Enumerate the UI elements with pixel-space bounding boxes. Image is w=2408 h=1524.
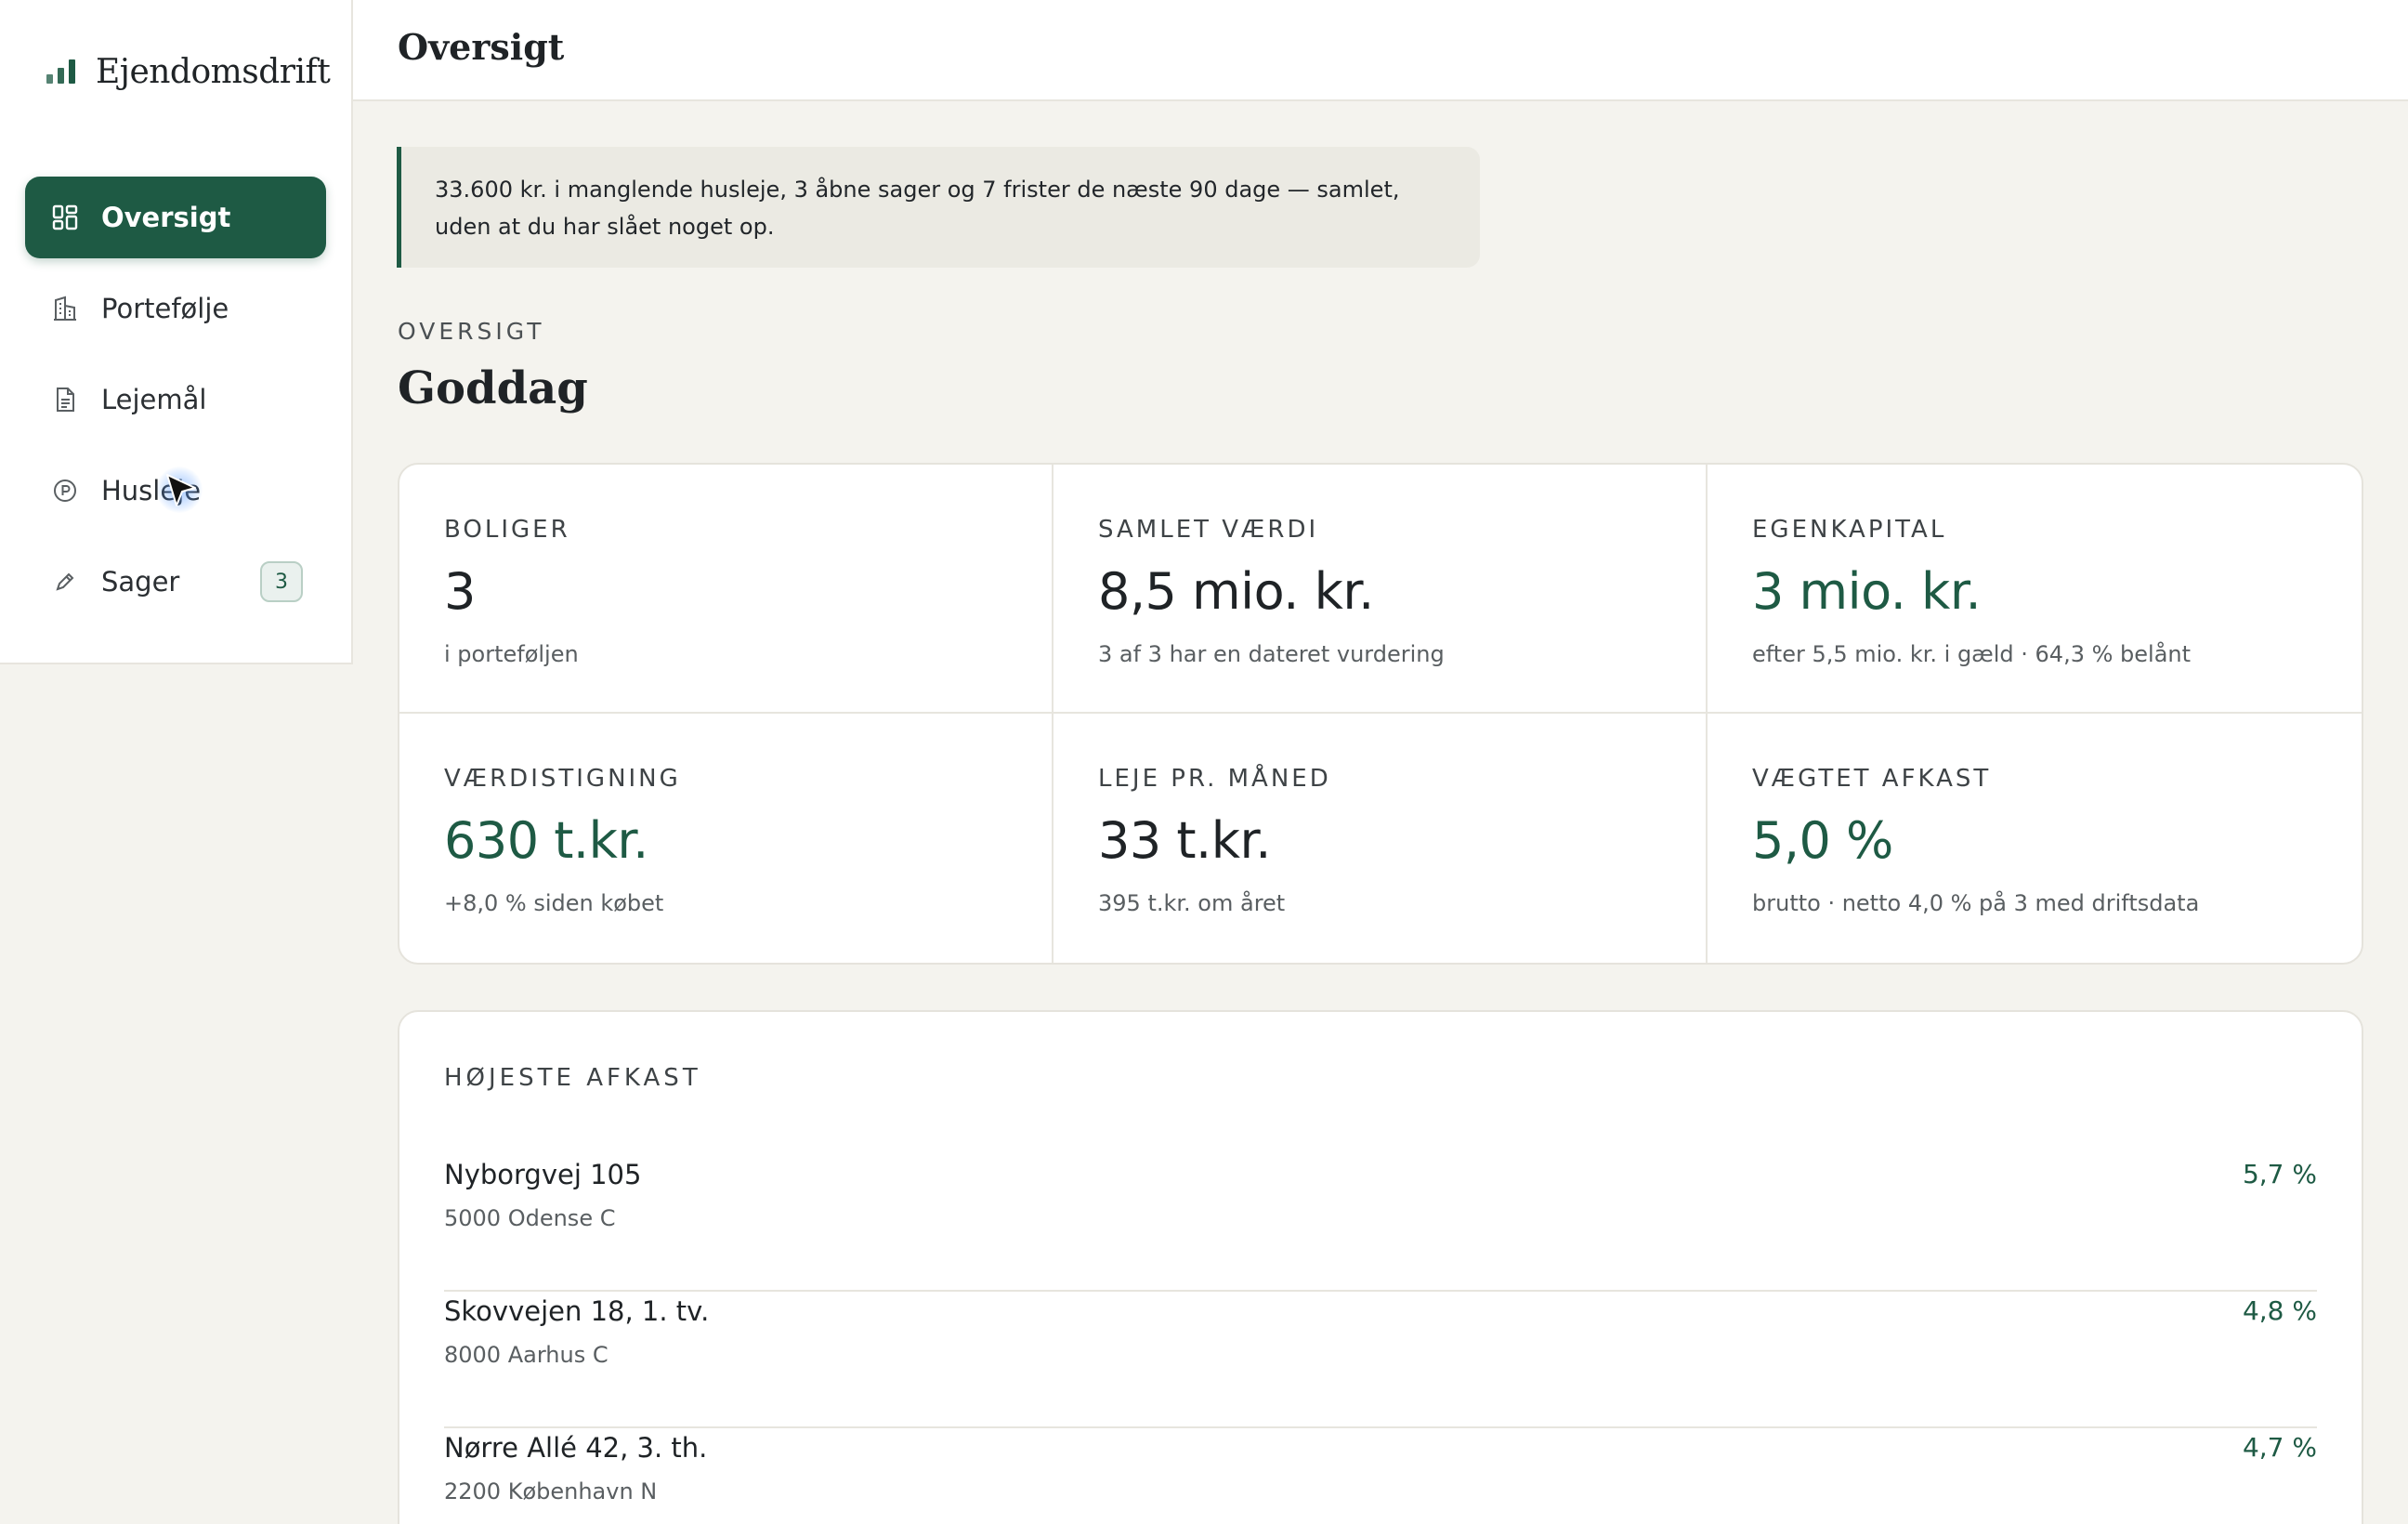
stat-value: 630 t.kr. [444, 811, 648, 870]
yield-list: Nyborgvej 105 5000 Odense C 5,7 % Skovve… [444, 1155, 2317, 1524]
count-badge: 3 [260, 561, 303, 602]
stat-vaegtet-afkast: VÆGTET AFKAST 5,0 % brutto · netto 4,0 %… [1708, 714, 2362, 963]
top-bar: Oversigt [353, 0, 2408, 101]
greeting-heading: Goddag [398, 362, 588, 414]
page-title: Oversigt [398, 26, 565, 68]
sidebar-item-sager[interactable]: Sager 3 [25, 541, 326, 623]
building-icon [51, 295, 79, 322]
stat-label: SAMLET VÆRDI [1098, 516, 1319, 544]
pencil-icon [51, 568, 79, 596]
stat-subtext: brutto · netto 4,0 % på 3 med driftsdata [1752, 890, 2200, 916]
document-icon [51, 386, 79, 414]
stat-label: VÆRDISTIGNING [444, 765, 681, 793]
top-yield-card: HØJESTE AFKAST Nyborgvej 105 5000 Odense… [398, 1010, 2363, 1524]
sidebar-item-label: Lejemål [101, 384, 207, 415]
stat-label: VÆGTET AFKAST [1752, 765, 1992, 793]
stat-subtext: 3 af 3 har en dateret vurdering [1098, 641, 1445, 667]
card-title: HØJESTE AFKAST [444, 1064, 701, 1092]
list-item[interactable]: Nørre Allé 42, 3. th. 2200 København N 4… [444, 1428, 2317, 1524]
sidebar-item-label: Portefølje [101, 293, 229, 324]
property-address: Nørre Allé 42, 3. th. [444, 1432, 708, 1464]
sidebar: Ejendomsdrift Oversigt Portefølje Lejemå… [0, 0, 353, 664]
stat-value: 3 [444, 562, 476, 621]
sidebar-item-portefolje[interactable]: Portefølje [25, 268, 326, 349]
stat-label: LEJE PR. MÅNED [1098, 765, 1331, 793]
list-item[interactable]: Nyborgvej 105 5000 Odense C 5,7 % [444, 1155, 2317, 1292]
sidebar-item-label: Sager [101, 566, 180, 598]
yield-percent: 4,8 % [2242, 1295, 2317, 1326]
stat-subtext: i porteføljen [444, 641, 579, 667]
property-city: 5000 Odense C [444, 1205, 616, 1231]
sidebar-item-label: Oversigt [101, 202, 231, 233]
stat-egenkapital: EGENKAPITAL 3 mio. kr. efter 5,5 mio. kr… [1708, 465, 2362, 714]
yield-percent: 5,7 % [2242, 1159, 2317, 1189]
property-address: Nyborgvej 105 [444, 1159, 642, 1190]
stat-samlet-vaerdi: SAMLET VÆRDI 8,5 mio. kr. 3 af 3 har en … [1054, 465, 1708, 714]
yield-percent: 4,7 % [2242, 1432, 2317, 1463]
sidebar-item-husleje[interactable]: Husleje [25, 450, 326, 532]
stat-value: 3 mio. kr. [1752, 562, 1982, 621]
stat-vaerdistigning: VÆRDISTIGNING 630 t.kr. +8,0 % siden køb… [399, 714, 1054, 963]
sidebar-item-lejemal[interactable]: Lejemål [25, 359, 326, 440]
section-eyebrow: OVERSIGT [398, 318, 545, 345]
stat-value: 8,5 mio. kr. [1098, 562, 1374, 621]
stat-label: EGENKAPITAL [1752, 516, 1947, 544]
stat-value: 5,0 % [1752, 811, 1893, 870]
dashboard-icon [51, 204, 79, 231]
stat-value: 33 t.kr. [1098, 811, 1271, 870]
bar-chart-logo-icon [46, 59, 75, 84]
stats-card: BOLIGER 3 i porteføljen SAMLET VÆRDI 8,5… [398, 463, 2363, 965]
app-root: Ejendomsdrift Oversigt Portefølje Lejemå… [0, 0, 2408, 1524]
brand[interactable]: Ejendomsdrift [46, 48, 331, 95]
list-item[interactable]: Skovvejen 18, 1. tv. 8000 Aarhus C 4,8 % [444, 1292, 2317, 1428]
stat-subtext: 395 t.kr. om året [1098, 890, 1286, 916]
sidebar-item-label: Husleje [101, 475, 202, 506]
property-address: Skovvejen 18, 1. tv. [444, 1295, 710, 1327]
property-city: 8000 Aarhus C [444, 1342, 609, 1368]
stat-label: BOLIGER [444, 516, 570, 544]
coin-icon [51, 477, 79, 505]
stat-subtext: efter 5,5 mio. kr. i gæld · 64,3 % belån… [1752, 641, 2192, 667]
stat-leje-pr-maaned: LEJE PR. MÅNED 33 t.kr. 395 t.kr. om åre… [1054, 714, 1708, 963]
stat-boliger: BOLIGER 3 i porteføljen [399, 465, 1054, 714]
sidebar-nav: Oversigt Portefølje Lejemål Husleje Sage… [25, 177, 326, 632]
brand-name: Ejendomsdrift [96, 52, 331, 91]
stat-subtext: +8,0 % siden købet [444, 890, 664, 916]
summary-notice: 33.600 kr. i manglende husleje, 3 åbne s… [397, 147, 1480, 268]
property-city: 2200 København N [444, 1478, 658, 1504]
sidebar-item-oversigt[interactable]: Oversigt [25, 177, 326, 258]
